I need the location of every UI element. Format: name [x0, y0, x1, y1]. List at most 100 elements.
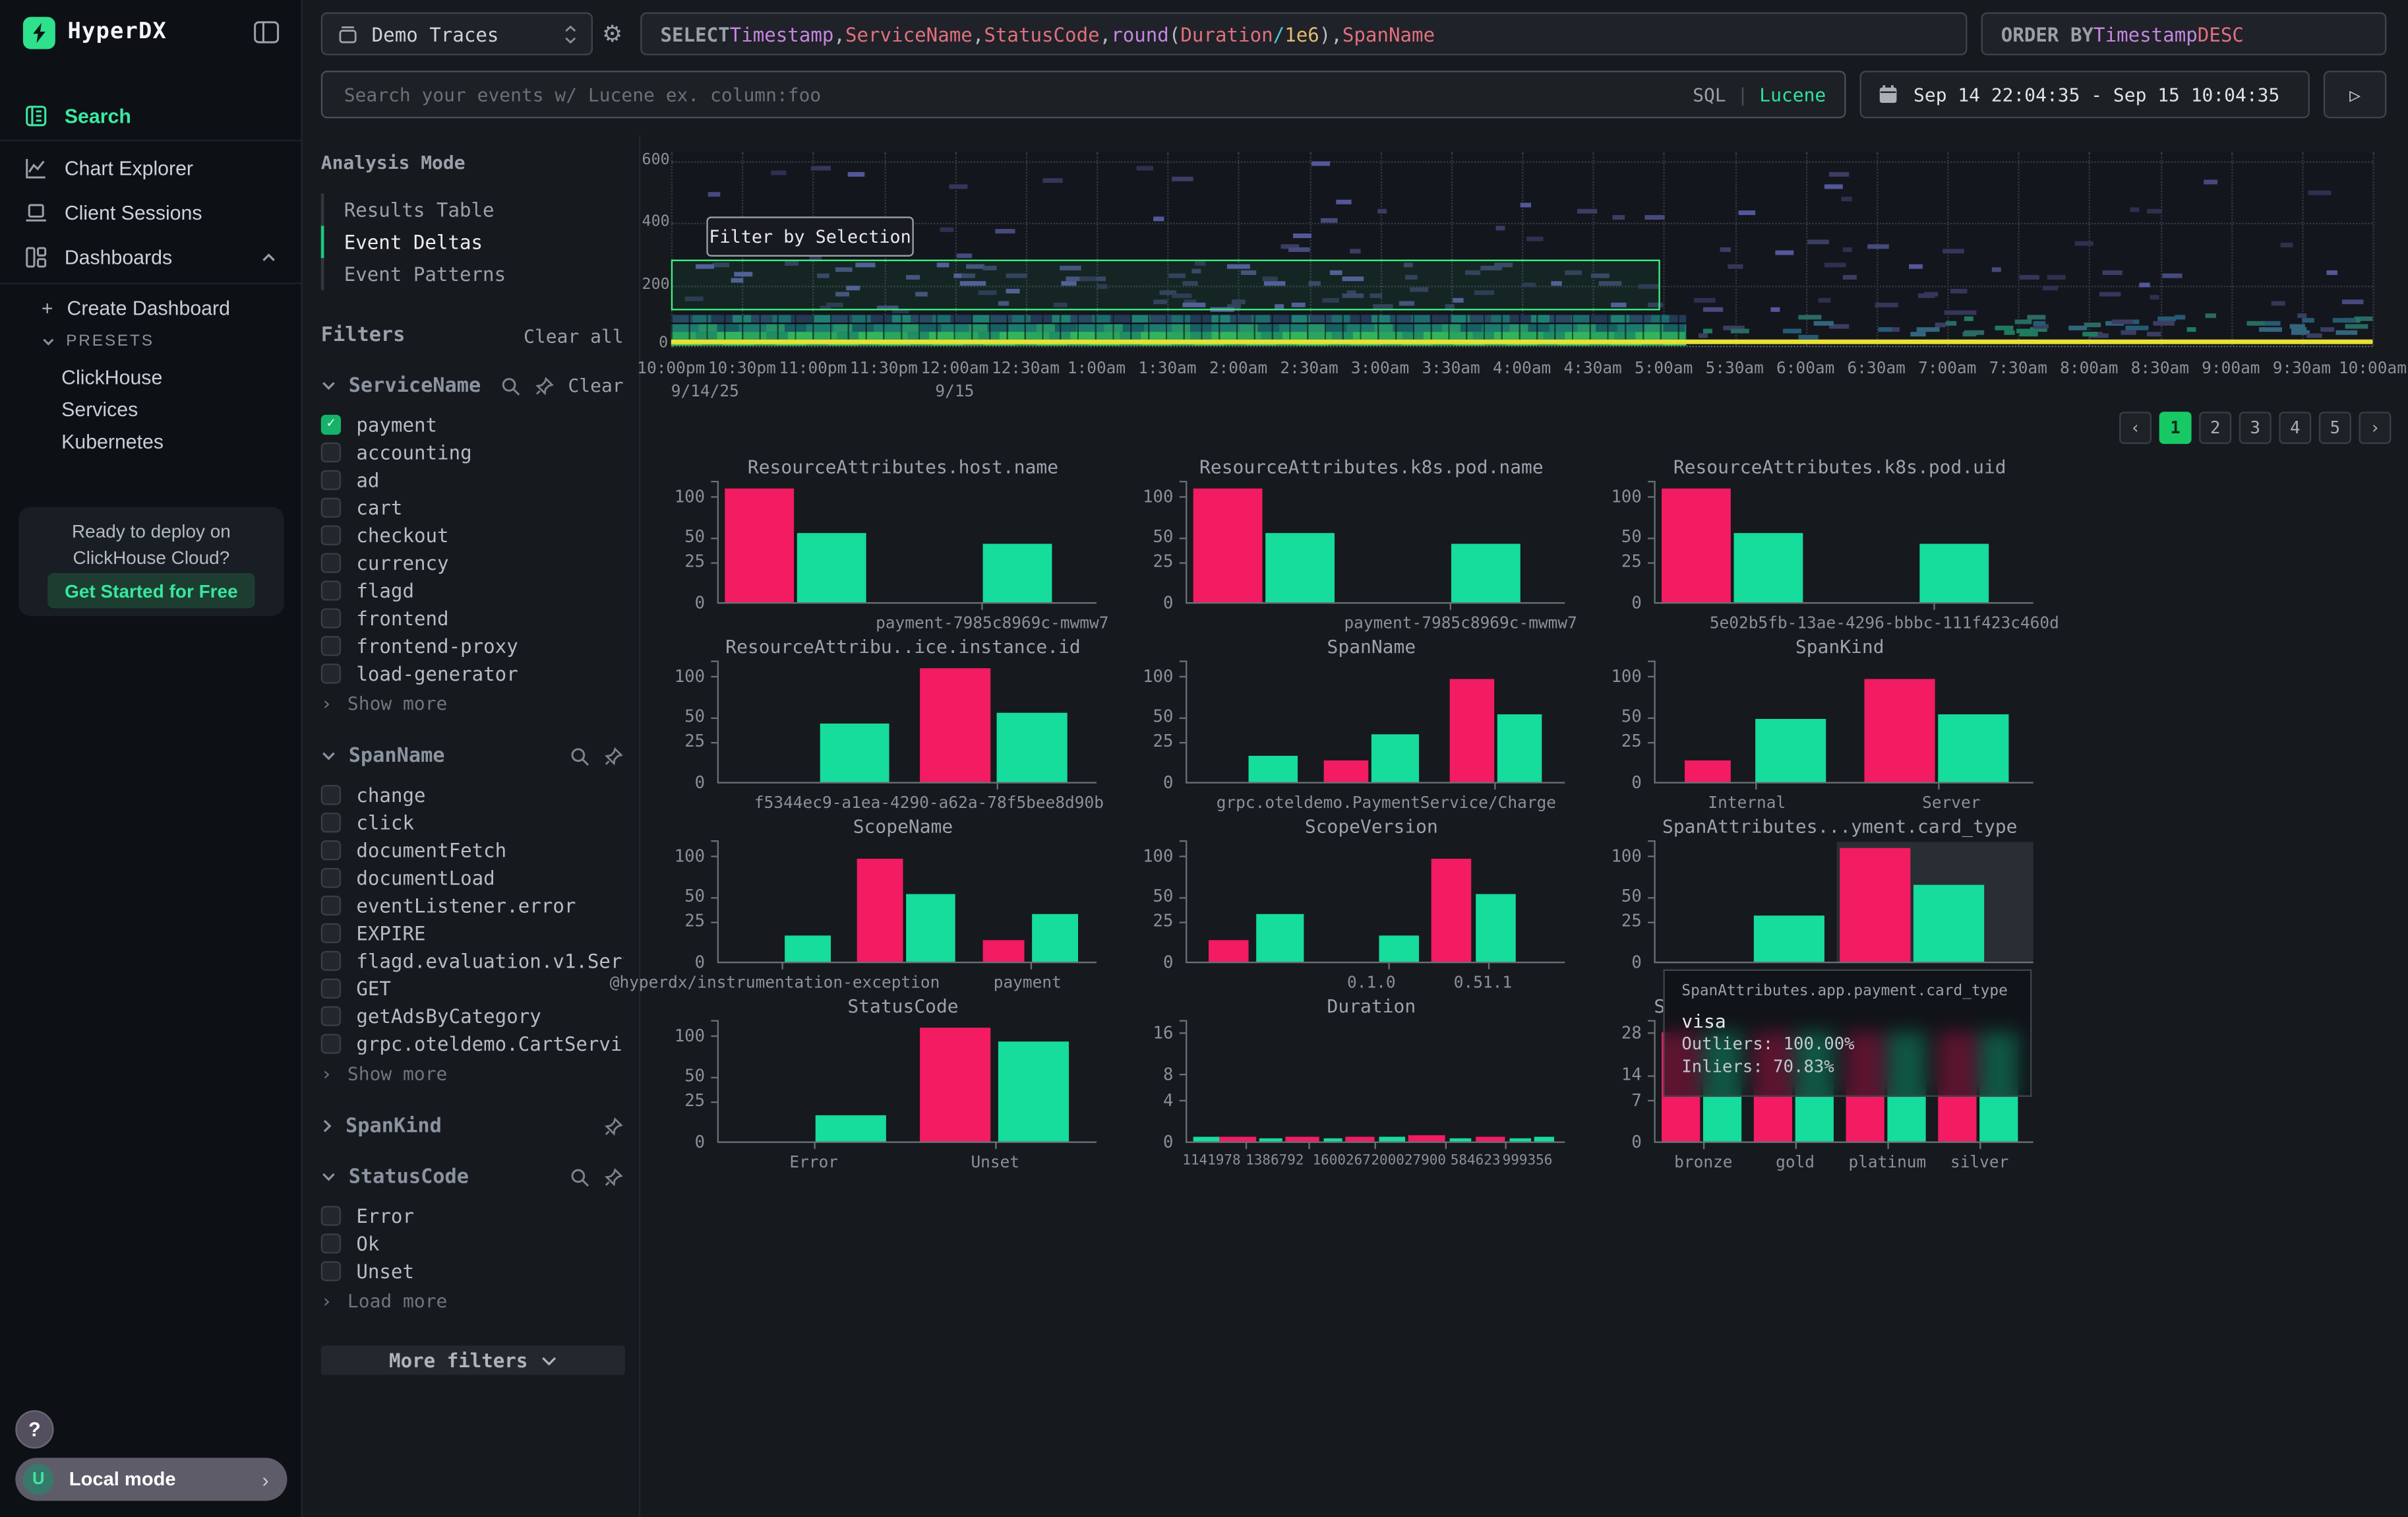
pin-icon[interactable] [603, 746, 623, 766]
pagination-page-5[interactable]: 5 [2319, 412, 2351, 444]
checkbox[interactable] [321, 497, 341, 516]
search-icon[interactable] [500, 375, 520, 395]
filter-option-load-generator[interactable]: load-generator [321, 659, 624, 687]
mode-lucene-label[interactable]: Lucene [1759, 84, 1826, 106]
checkbox[interactable] [321, 635, 341, 655]
help-button[interactable]: ? [15, 1410, 53, 1448]
events-heatmap[interactable] [671, 152, 2373, 346]
filter-option-payment[interactable]: ✓payment [321, 410, 624, 438]
pagination-page-3[interactable]: 3 [2239, 412, 2272, 444]
preset-kubernetes[interactable]: Kubernetes [61, 430, 164, 453]
search-icon[interactable] [570, 1167, 589, 1187]
sidebar-item-search[interactable]: Search [0, 97, 301, 135]
checkbox[interactable] [321, 977, 341, 997]
checkbox[interactable] [321, 1205, 341, 1225]
filter-option-unset[interactable]: Unset [321, 1256, 624, 1284]
filter-by-selection-button[interactable]: Filter by Selection [706, 216, 913, 257]
checkbox[interactable] [321, 663, 341, 683]
create-dashboard-button[interactable]: +Create Dashboard [42, 297, 230, 320]
filter-option-click[interactable]: click [321, 808, 624, 836]
filter-option-documentfetch[interactable]: documentFetch [321, 836, 624, 863]
checkbox[interactable] [321, 950, 341, 970]
checkbox[interactable]: ✓ [321, 414, 341, 434]
filter-option-eventlistener-error[interactable]: eventListener.error [321, 891, 624, 919]
analysis-mode-event-deltas[interactable]: Event Deltas [321, 226, 624, 258]
sidebar-item-dashboards[interactable]: Dashboards [0, 238, 301, 276]
checkbox[interactable] [321, 784, 341, 804]
sidebar-item-chart-explorer[interactable]: Chart Explorer [0, 149, 301, 187]
clear-all-filters-button[interactable]: Clear all [524, 325, 623, 347]
gear-icon[interactable]: ⚙ [602, 20, 622, 47]
load-more-button[interactable]: ›Load more [321, 1287, 624, 1315]
more-filters-button[interactable]: More filters [321, 1346, 625, 1375]
checkbox[interactable] [321, 552, 341, 572]
checkbox[interactable] [321, 1260, 341, 1280]
get-started-button[interactable]: Get Started for Free [47, 573, 255, 609]
search-icon[interactable] [570, 746, 589, 766]
filter-option-flagd-evaluation-v1-serv-[interactable]: flagd.evaluation.v1.Serv… [321, 946, 624, 974]
filter-option-currency[interactable]: currency [321, 548, 624, 576]
checkbox[interactable] [321, 1233, 341, 1253]
filter-group-header-spanname[interactable]: SpanName [321, 743, 624, 768]
pagination-page-1[interactable]: 1 [2159, 412, 2192, 444]
chart-y-tick-label: 100 [647, 666, 706, 686]
pagination-prev[interactable]: ‹ [2119, 412, 2152, 444]
checkbox[interactable] [321, 1033, 341, 1053]
show-more-button[interactable]: ›Show more [321, 690, 624, 718]
pin-icon[interactable] [534, 375, 554, 395]
pin-icon[interactable] [603, 1116, 623, 1136]
show-more-button[interactable]: ›Show more [321, 1060, 624, 1088]
filter-option-documentload[interactable]: documentLoad [321, 863, 624, 891]
filter-option-ok[interactable]: Ok [321, 1229, 624, 1256]
filter-option-accounting[interactable]: accounting [321, 438, 624, 466]
analysis-mode-results-table[interactable]: Results Table [321, 193, 624, 226]
checkbox[interactable] [321, 867, 341, 887]
filter-option-grpc-oteldemo-cartservic-[interactable]: grpc.oteldemo.CartServic… [321, 1029, 624, 1057]
query-language-toggle[interactable]: SQL | Lucene [1693, 84, 1826, 106]
filter-option-flagd[interactable]: flagd [321, 576, 624, 604]
filter-option-expire[interactable]: EXPIRE [321, 919, 624, 946]
search-input[interactable] [341, 82, 1693, 107]
filter-option-ad[interactable]: ad [321, 466, 624, 493]
filter-group-header-servicename[interactable]: ServiceNameClear [321, 373, 624, 398]
filter-option-error[interactable]: Error [321, 1201, 624, 1229]
checkbox[interactable] [321, 580, 341, 600]
source-select[interactable]: Demo Traces [321, 13, 593, 55]
filter-option-getadsbycategory[interactable]: getAdsByCategory [321, 1002, 624, 1030]
preset-clickhouse[interactable]: ClickHouse [61, 365, 162, 388]
filter-option-change[interactable]: change [321, 780, 624, 808]
preset-services[interactable]: Services [61, 398, 138, 421]
checkbox[interactable] [321, 812, 341, 832]
checkbox[interactable] [321, 923, 341, 943]
mode-sql-label[interactable]: SQL [1693, 84, 1726, 106]
presets-section-toggle[interactable]: PRESETS [42, 332, 154, 350]
filter-option-frontend[interactable]: frontend [321, 604, 624, 631]
sidebar-item-client-sessions[interactable]: Client Sessions [0, 193, 301, 232]
sql-select-editor[interactable]: SELECT Timestamp, ServiceName, StatusCod… [640, 13, 1967, 55]
heatmap-selection-region[interactable] [671, 260, 1660, 311]
checkbox[interactable] [321, 470, 341, 489]
filter-option-frontend-proxy[interactable]: frontend-proxy [321, 631, 624, 659]
checkbox[interactable] [321, 442, 341, 462]
sidebar-collapse-icon[interactable] [253, 20, 280, 44]
date-range-picker[interactable]: Sep 14 22:04:35 - Sep 15 10:04:35 [1860, 71, 2310, 118]
order-by-editor[interactable]: ORDER BY Timestamp DESC [1981, 13, 2387, 55]
run-query-button[interactable]: ▷ [2324, 71, 2386, 118]
pagination-next[interactable]: › [2359, 412, 2391, 444]
checkbox[interactable] [321, 895, 341, 915]
filter-option-cart[interactable]: cart [321, 493, 624, 521]
filter-option-get[interactable]: GET [321, 974, 624, 1002]
user-menu[interactable]: U Local mode › [15, 1458, 287, 1501]
checkbox[interactable] [321, 524, 341, 544]
analysis-mode-event-patterns[interactable]: Event Patterns [321, 258, 624, 290]
checkbox[interactable] [321, 840, 341, 859]
pagination-page-2[interactable]: 2 [2199, 412, 2231, 444]
pagination-page-4[interactable]: 4 [2279, 412, 2311, 444]
checkbox[interactable] [321, 1005, 341, 1025]
pin-icon[interactable] [603, 1167, 623, 1187]
filter-option-checkout[interactable]: checkout [321, 521, 624, 549]
clear-group-button[interactable]: Clear [568, 375, 623, 396]
filter-group-header-spankind[interactable]: SpanKind [321, 1114, 624, 1138]
filter-group-header-statuscode[interactable]: StatusCode [321, 1164, 624, 1189]
checkbox[interactable] [321, 607, 341, 627]
